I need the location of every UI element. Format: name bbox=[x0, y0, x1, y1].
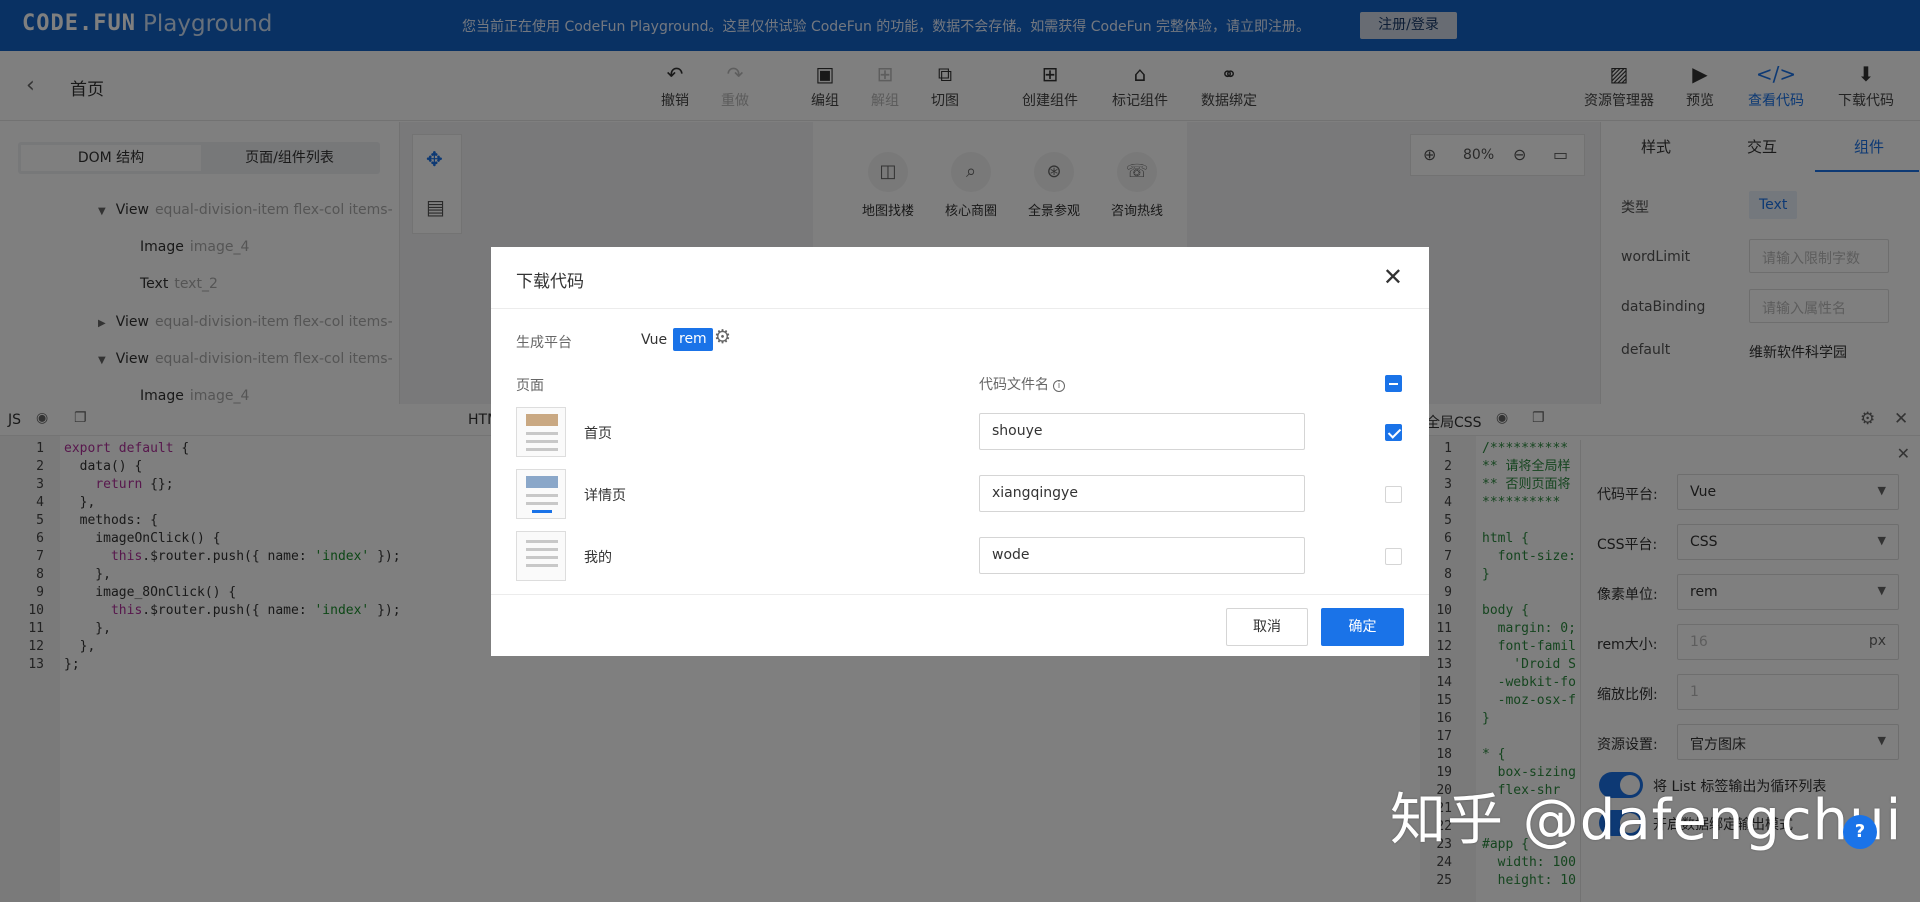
dialog-title: 下载代码 bbox=[516, 272, 584, 292]
page-thumbnail bbox=[516, 531, 566, 581]
page-checkbox[interactable] bbox=[1385, 486, 1402, 503]
close-icon[interactable]: ✕ bbox=[1383, 263, 1403, 291]
page-name: 我的 bbox=[584, 550, 612, 566]
filename-input[interactable]: shouye bbox=[979, 413, 1305, 450]
column-header-page: 页面 bbox=[516, 378, 544, 394]
confirm-button[interactable]: 确定 bbox=[1321, 608, 1404, 646]
column-header-filename: 代码文件名 i bbox=[979, 374, 1065, 394]
dialog-divider bbox=[491, 594, 1429, 595]
cancel-button[interactable]: 取消 bbox=[1226, 608, 1308, 646]
platform-label: 生成平台 bbox=[516, 335, 572, 351]
column-header-filename-text: 代码文件名 bbox=[979, 377, 1049, 393]
platform-rem-tag: rem bbox=[673, 328, 713, 351]
dialog-header: 下载代码 ✕ bbox=[491, 247, 1429, 309]
platform-vue-tag: Vue bbox=[641, 332, 668, 348]
page-checkbox[interactable] bbox=[1385, 548, 1402, 565]
page-thumbnail bbox=[516, 469, 566, 519]
filename-input[interactable]: wode bbox=[979, 537, 1305, 574]
watermark: 知乎 @dafengchui bbox=[1390, 788, 1903, 853]
download-code-dialog: 下载代码 ✕ 生成平台 Vue rem ⚙ 页面 代码文件名 i 首页 shouy… bbox=[491, 247, 1429, 656]
select-all-checkbox[interactable] bbox=[1385, 375, 1402, 392]
page-name: 详情页 bbox=[584, 488, 626, 504]
page-name: 首页 bbox=[584, 426, 612, 442]
help-icon[interactable]: ? bbox=[1843, 815, 1877, 849]
page-checkbox[interactable] bbox=[1385, 424, 1402, 441]
filename-input[interactable]: xiangqingye bbox=[979, 475, 1305, 512]
info-icon[interactable]: i bbox=[1053, 380, 1065, 392]
gear-icon[interactable]: ⚙ bbox=[714, 326, 731, 348]
page-thumbnail bbox=[516, 407, 566, 457]
